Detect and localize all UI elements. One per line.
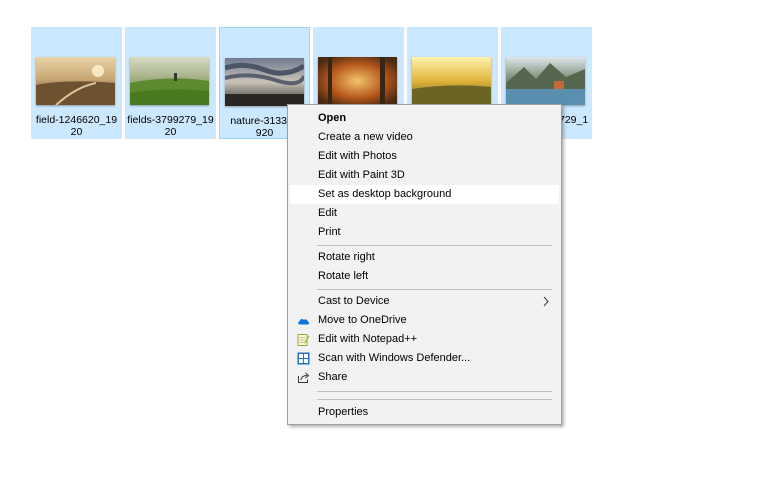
- menu-item-label: Rotate left: [318, 270, 369, 282]
- menu-item-label: Edit with Paint 3D: [318, 169, 405, 181]
- menu-item-rotate-left[interactable]: Rotate left: [290, 267, 559, 286]
- chevron-right-icon: [543, 296, 549, 307]
- menu-item-edit-with-paint-3d[interactable]: Edit with Paint 3D: [290, 166, 559, 185]
- file-name: fields-3799279_19 20: [127, 114, 214, 138]
- menu-item-edit-with-notepad-plus-plus[interactable]: Edit with Notepad++: [290, 330, 559, 349]
- menu-item-label: Print: [318, 226, 341, 238]
- menu-item-label: Edit with Photos: [318, 150, 397, 162]
- share-icon: [298, 372, 310, 383]
- menu-item-label: Properties: [318, 406, 369, 418]
- menu-item-move-to-onedrive[interactable]: Move to OneDrive: [290, 311, 559, 330]
- menu-item-share[interactable]: Share: [290, 368, 559, 387]
- windows-defender-icon: [297, 352, 310, 365]
- menu-item-print[interactable]: Print: [290, 223, 559, 242]
- menu-item-label: Rotate right: [318, 251, 375, 263]
- menu-item-scan-with-windows-defender[interactable]: Scan with Windows Defender...: [290, 349, 559, 368]
- file-thumbnail: [36, 57, 115, 105]
- file-tile[interactable]: fields-3799279_19 20: [125, 27, 216, 139]
- file-name: field-1246620_19 20: [35, 114, 118, 138]
- file-thumbnail: [225, 58, 304, 106]
- menu-item-properties[interactable]: Properties: [290, 403, 559, 422]
- menu-item-create-new-video[interactable]: Create a new video: [290, 128, 559, 147]
- menu-item-label: Edit: [318, 207, 337, 219]
- notepad-plus-plus-icon: [297, 334, 310, 346]
- file-thumbnail: [412, 57, 491, 105]
- file-tile[interactable]: field-1246620_19 20: [31, 27, 122, 139]
- menu-separator: [317, 289, 552, 290]
- menu-separator: [317, 391, 552, 392]
- menu-separator: [317, 245, 552, 246]
- menu-item-label: Create a new video: [318, 131, 413, 143]
- context-menu: Open Create a new video Edit with Photos…: [287, 104, 562, 425]
- menu-item-set-as-desktop-background[interactable]: Set as desktop background: [290, 185, 559, 204]
- onedrive-cloud-icon: [298, 318, 310, 325]
- menu-item-label: Move to OneDrive: [318, 314, 407, 326]
- file-thumbnail: [506, 57, 585, 105]
- file-thumbnail: [318, 57, 397, 105]
- menu-separator: [317, 399, 552, 400]
- menu-item-rotate-right[interactable]: Rotate right: [290, 248, 559, 267]
- menu-item-open[interactable]: Open: [290, 109, 559, 128]
- menu-item-label: Edit with Notepad++: [318, 333, 418, 345]
- menu-item-label: Scan with Windows Defender...: [318, 352, 471, 364]
- menu-item-edit[interactable]: Edit: [290, 204, 559, 223]
- file-thumbnail: [130, 57, 209, 105]
- menu-item-label: Set as desktop background: [318, 188, 452, 200]
- menu-item-edit-with-photos[interactable]: Edit with Photos: [290, 147, 559, 166]
- menu-item-label: Share: [318, 371, 348, 383]
- menu-item-label: Cast to Device: [318, 295, 390, 307]
- menu-item-cast-to-device[interactable]: Cast to Device: [290, 292, 559, 311]
- menu-item-label: Open: [318, 112, 347, 124]
